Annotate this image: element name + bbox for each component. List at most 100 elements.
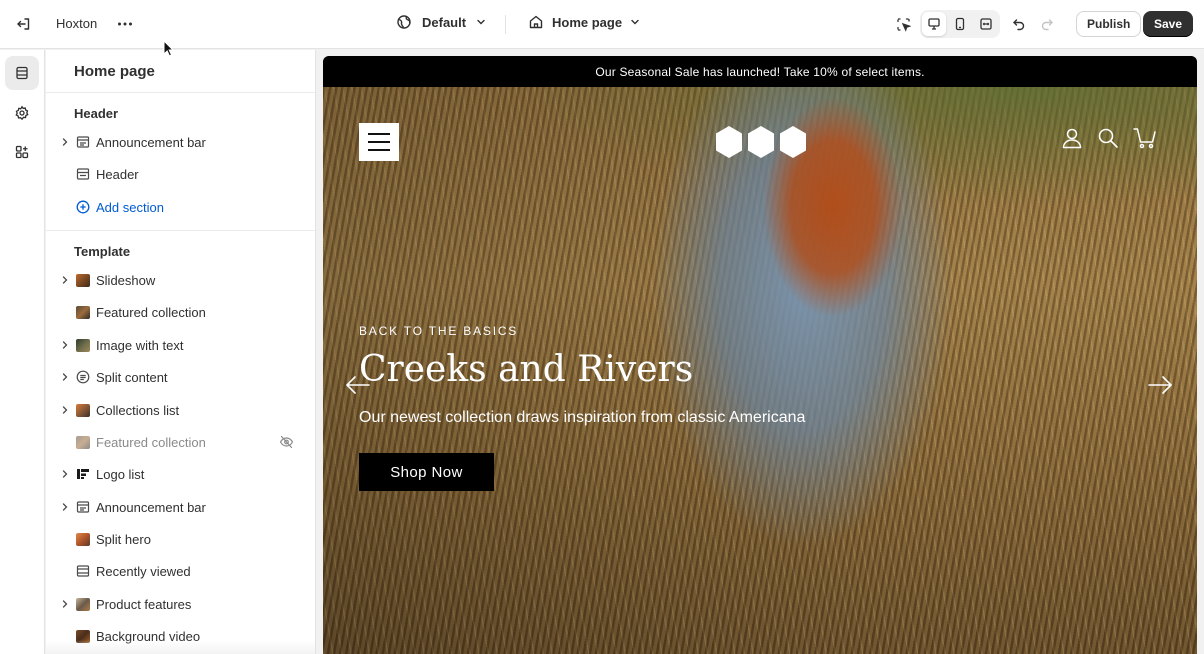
section-row-image-with-text[interactable]: Image with text bbox=[60, 331, 310, 359]
section-label: Announcement bar bbox=[96, 134, 206, 150]
arrow-left-icon[interactable] bbox=[345, 375, 371, 395]
mobile-icon bbox=[955, 17, 965, 31]
section-label: Split hero bbox=[96, 531, 151, 547]
sidebar-scroll-fade bbox=[46, 640, 315, 654]
theme-actions-button[interactable] bbox=[114, 12, 136, 36]
undo-button[interactable] bbox=[1008, 13, 1030, 35]
collection-thumb bbox=[76, 305, 90, 319]
chevron-right-icon[interactable] bbox=[60, 137, 70, 147]
section-row-announcement-bar[interactable]: Announcement bar bbox=[60, 128, 310, 156]
product-features-thumb bbox=[76, 597, 90, 611]
sidebar-divider bbox=[46, 92, 315, 93]
section-label: Featured collection bbox=[96, 434, 206, 450]
cart-icon[interactable] bbox=[1133, 127, 1157, 149]
chevron-right-icon[interactable] bbox=[60, 599, 70, 609]
section-row-featured-collection-hidden[interactable]: Featured collection bbox=[60, 428, 310, 456]
theme-settings-tab[interactable] bbox=[5, 96, 39, 130]
chevron-right-icon[interactable] bbox=[60, 469, 70, 479]
announcement-bar-icon bbox=[76, 135, 90, 149]
inspector-toggle-button[interactable] bbox=[892, 13, 914, 35]
sections-icon bbox=[16, 66, 28, 80]
section-row-split-content[interactable]: Split content bbox=[60, 363, 310, 391]
split-hero-thumb bbox=[76, 532, 90, 546]
redo-button[interactable] bbox=[1036, 13, 1058, 35]
header-section-icon bbox=[76, 167, 90, 181]
hero-eyebrow: BACK TO THE BASICS bbox=[359, 324, 519, 338]
section-row-featured-collection[interactable]: Featured collection bbox=[60, 298, 310, 326]
storefront-header-icons bbox=[1061, 127, 1157, 149]
viewport-switcher bbox=[920, 10, 1000, 38]
theme-name: Hoxton bbox=[56, 16, 98, 31]
page-selector[interactable]: Home page bbox=[528, 14, 640, 30]
section-label: Logo list bbox=[96, 466, 145, 482]
editor-topbar: Hoxton Default Home page Publish Save bbox=[0, 0, 1204, 49]
logo-list-thumb bbox=[76, 467, 90, 481]
apps-icon bbox=[15, 145, 29, 159]
topbar-divider bbox=[505, 15, 506, 34]
add-section-label: Add section bbox=[96, 199, 164, 215]
recently-viewed-icon bbox=[76, 564, 90, 578]
split-content-icon bbox=[76, 370, 90, 384]
template-group-title: Template bbox=[74, 244, 131, 259]
editor-icon-rail bbox=[0, 50, 45, 654]
shop-now-button[interactable]: Shop Now bbox=[359, 453, 494, 491]
hero-slideshow[interactable]: BACK TO THE BASICS Creeks and Rivers Our… bbox=[323, 87, 1197, 654]
section-label: Split content bbox=[96, 369, 168, 385]
section-label: Collections list bbox=[96, 402, 180, 418]
add-section-header-button[interactable]: Add section bbox=[60, 193, 310, 221]
section-label: Image with text bbox=[96, 337, 184, 353]
account-icon[interactable] bbox=[1061, 127, 1083, 149]
section-row-announcement-bar-2[interactable]: Announcement bar bbox=[60, 493, 310, 521]
chevron-right-icon[interactable] bbox=[60, 372, 70, 382]
announcement-bar-icon bbox=[76, 500, 90, 514]
header-group-title: Header bbox=[74, 106, 119, 121]
hero-title: Creeks and Rivers bbox=[359, 349, 694, 390]
section-row-slideshow[interactable]: Slideshow bbox=[60, 266, 310, 294]
section-label: Header bbox=[96, 166, 139, 182]
storefront-preview: Our Seasonal Sale has launched! Take 10%… bbox=[323, 56, 1197, 654]
eye-off-icon[interactable] bbox=[279, 435, 294, 449]
section-label: Slideshow bbox=[96, 272, 156, 288]
chevron-right-icon[interactable] bbox=[60, 340, 70, 350]
arrow-right-icon[interactable] bbox=[1147, 375, 1173, 395]
fullwidth-view-button[interactable] bbox=[974, 12, 998, 36]
hamburger-menu-button[interactable] bbox=[359, 123, 399, 161]
undo-icon bbox=[1013, 19, 1025, 31]
chevron-right-icon[interactable] bbox=[60, 275, 70, 285]
section-row-header[interactable]: Header bbox=[60, 160, 310, 188]
section-label: Recently viewed bbox=[96, 563, 191, 579]
section-row-collections-list[interactable]: Collections list bbox=[60, 396, 310, 424]
home-icon bbox=[529, 15, 543, 29]
chevron-right-icon[interactable] bbox=[60, 405, 70, 415]
mobile-view-button[interactable] bbox=[948, 12, 972, 36]
chevron-right-icon[interactable] bbox=[60, 502, 70, 512]
inspector-cursor-icon bbox=[896, 17, 911, 32]
exit-editor-button[interactable] bbox=[12, 12, 36, 36]
save-button[interactable]: Save bbox=[1143, 11, 1194, 37]
publish-button[interactable]: Publish bbox=[1076, 11, 1142, 37]
section-label: Featured collection bbox=[96, 304, 206, 320]
search-icon[interactable] bbox=[1097, 127, 1119, 149]
page-selector-label: Home page bbox=[552, 14, 623, 30]
preview-announcement-bar[interactable]: Our Seasonal Sale has launched! Take 10%… bbox=[323, 56, 1197, 87]
more-horizontal-icon bbox=[118, 22, 132, 26]
slideshow-thumb bbox=[76, 273, 90, 287]
apps-tab[interactable] bbox=[5, 135, 39, 169]
exit-icon bbox=[17, 18, 30, 30]
fullwidth-icon bbox=[980, 18, 992, 30]
section-label: Product features bbox=[96, 596, 192, 612]
redo-icon bbox=[1041, 19, 1053, 31]
plus-circle-icon bbox=[76, 200, 90, 214]
desktop-view-button[interactable] bbox=[922, 12, 946, 36]
sections-tab[interactable] bbox=[5, 56, 39, 90]
store-logo[interactable] bbox=[715, 125, 807, 159]
image-text-thumb bbox=[76, 338, 90, 352]
theme-selector[interactable]: Default bbox=[396, 14, 486, 30]
section-row-split-hero[interactable]: Split hero bbox=[60, 525, 310, 553]
globe-icon bbox=[397, 15, 411, 29]
section-row-product-features[interactable]: Product features bbox=[60, 590, 310, 618]
section-row-recently-viewed[interactable]: Recently viewed bbox=[60, 557, 310, 585]
section-row-logo-list[interactable]: Logo list bbox=[60, 460, 310, 488]
mouse-cursor-icon bbox=[163, 40, 175, 57]
section-label: Announcement bar bbox=[96, 499, 206, 515]
